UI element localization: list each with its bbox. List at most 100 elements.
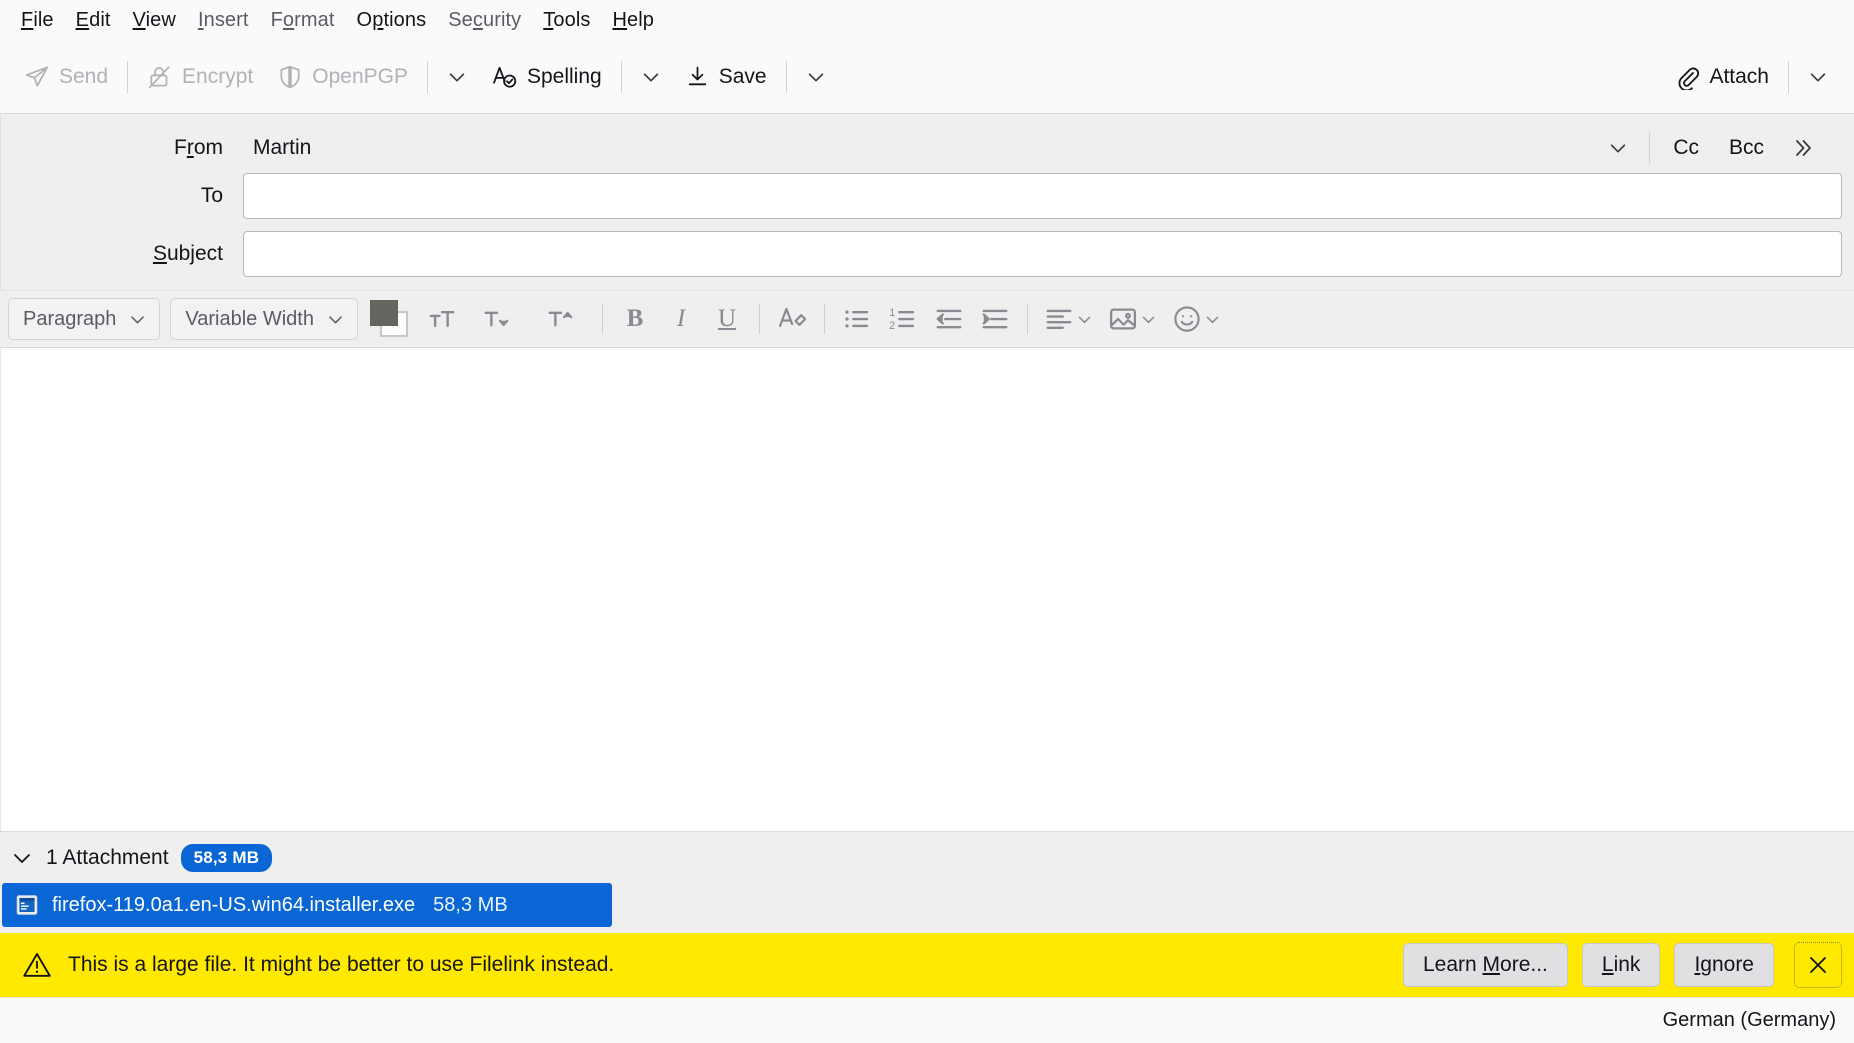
- chevron-down-icon: [1140, 311, 1157, 328]
- link-button[interactable]: Link: [1582, 943, 1661, 987]
- remove-text-styling-icon: [777, 304, 807, 334]
- save-dropdown-button[interactable]: [794, 52, 838, 102]
- attach-button[interactable]: Attach: [1662, 52, 1781, 102]
- increase-font-size-button[interactable]: [530, 297, 592, 341]
- font-size-button[interactable]: [420, 297, 464, 341]
- spellcheck-language-status[interactable]: German (Germany): [1663, 1009, 1836, 1032]
- subject-input[interactable]: [243, 231, 1842, 277]
- bold-icon: B: [627, 305, 644, 333]
- toolbar-separator-2: [427, 61, 428, 93]
- format-separator-4: [1027, 304, 1028, 334]
- subject-label: Subject: [1, 242, 243, 266]
- recipient-separator: [1649, 132, 1650, 164]
- to-input[interactable]: [243, 173, 1842, 219]
- chevron-down-icon: [326, 310, 345, 329]
- ignore-button[interactable]: Ignore: [1674, 943, 1774, 987]
- remove-text-styling-button[interactable]: [770, 297, 814, 341]
- attach-dropdown-button[interactable]: [1796, 52, 1840, 102]
- cc-button[interactable]: Cc: [1659, 129, 1713, 167]
- menu-tools[interactable]: Tools: [532, 5, 601, 36]
- recipient-controls: Cc Bcc: [1596, 128, 1842, 168]
- openpgp-dropdown-button[interactable]: [435, 52, 479, 102]
- paragraph-format-select[interactable]: Paragraph: [8, 298, 160, 340]
- ordered-list-icon: 1 2: [888, 304, 918, 334]
- chevron-down-icon: [128, 310, 147, 329]
- close-notification-button[interactable]: [1794, 942, 1842, 988]
- spelling-dropdown-button[interactable]: [629, 52, 673, 102]
- chevron-down-icon: [1807, 66, 1829, 88]
- unordered-list-button[interactable]: [835, 297, 879, 341]
- save-button[interactable]: Save: [673, 52, 779, 102]
- italic-icon: I: [677, 305, 685, 333]
- from-row: From Martin Cc Bcc: [1, 124, 1854, 172]
- indent-button[interactable]: [973, 297, 1017, 341]
- chevron-down-icon: [1607, 137, 1629, 159]
- send-label: Send: [59, 65, 108, 89]
- chevron-down-icon: [805, 66, 827, 88]
- decrease-font-size-button[interactable]: [466, 297, 528, 341]
- notification-message: This is a large file. It might be better…: [68, 953, 614, 977]
- menu-format[interactable]: Format: [260, 5, 346, 36]
- bcc-button[interactable]: Bcc: [1715, 129, 1778, 167]
- menu-edit[interactable]: Edit: [65, 5, 122, 36]
- chevron-down-icon: [640, 66, 662, 88]
- menu-file[interactable]: File: [10, 5, 65, 36]
- formatting-toolbar: Paragraph Variable Width: [0, 290, 1854, 348]
- attachment-name: firefox-119.0a1.en-US.win64.installer.ex…: [52, 894, 415, 917]
- attachment-bucket-header[interactable]: 1 Attachment 58,3 MB: [0, 831, 1854, 883]
- underline-icon: U: [718, 305, 736, 333]
- toolbar-separator-5: [1788, 61, 1789, 93]
- warning-triangle-icon: [22, 950, 52, 980]
- unordered-list-icon: [842, 304, 872, 334]
- from-identity-value[interactable]: Martin: [243, 132, 321, 164]
- send-button[interactable]: Send: [12, 52, 120, 102]
- font-family-label: Variable Width: [185, 308, 314, 331]
- emoji-button[interactable]: [1166, 297, 1228, 341]
- font-family-select[interactable]: Variable Width: [170, 298, 358, 340]
- align-button[interactable]: [1038, 297, 1100, 341]
- format-separator-2: [759, 304, 760, 334]
- italic-button[interactable]: I: [659, 297, 703, 341]
- file-exe-icon: [14, 892, 40, 918]
- outdent-button[interactable]: [927, 297, 971, 341]
- chevron-down-icon: [1076, 311, 1093, 328]
- save-label: Save: [719, 65, 767, 89]
- toolbar-separator-1: [127, 61, 128, 93]
- learn-more-button[interactable]: Learn More...: [1403, 943, 1568, 987]
- text-color-swatch[interactable]: [370, 300, 410, 338]
- ordered-list-button[interactable]: 1 2: [881, 297, 925, 341]
- menu-options[interactable]: Options: [346, 5, 438, 36]
- spelling-button[interactable]: Spelling: [479, 52, 614, 102]
- spellcheck-icon: [491, 63, 518, 90]
- menu-help[interactable]: Help: [601, 5, 665, 36]
- attachment-total-size-badge: 58,3 MB: [181, 844, 273, 872]
- message-body-editor[interactable]: [0, 348, 1854, 831]
- paper-plane-icon: [24, 64, 50, 90]
- paragraph-format-label: Paragraph: [23, 308, 116, 331]
- chevron-down-icon[interactable]: [10, 846, 34, 870]
- spelling-label: Spelling: [527, 65, 602, 89]
- main-toolbar: Send Encrypt OpenPGP: [0, 40, 1854, 114]
- menu-view[interactable]: View: [122, 5, 187, 36]
- smiley-icon: [1172, 304, 1202, 334]
- font-size-icon: [427, 304, 457, 334]
- attachment-item[interactable]: firefox-119.0a1.en-US.win64.installer.ex…: [2, 883, 612, 927]
- encrypt-button[interactable]: Encrypt: [135, 52, 265, 102]
- format-separator-3: [824, 304, 825, 334]
- underline-button[interactable]: U: [705, 297, 749, 341]
- menu-insert[interactable]: Insert: [187, 5, 260, 36]
- compose-headers: From Martin Cc Bcc: [0, 114, 1854, 290]
- openpgp-label: OpenPGP: [312, 65, 408, 89]
- menu-security[interactable]: Security: [437, 5, 532, 36]
- outdent-icon: [934, 304, 964, 334]
- insert-image-button[interactable]: [1102, 297, 1164, 341]
- subject-row: Subject: [1, 230, 1854, 278]
- svg-text:2: 2: [889, 320, 895, 332]
- openpgp-button[interactable]: OpenPGP: [265, 52, 420, 102]
- double-chevron-right-icon[interactable]: [1780, 128, 1824, 168]
- from-dropdown-button[interactable]: [1596, 128, 1640, 168]
- menu-bar: File Edit View Insert Format Options Sec…: [0, 0, 1854, 40]
- chevron-down-icon: [1204, 311, 1221, 328]
- svg-text:1: 1: [889, 307, 895, 319]
- bold-button[interactable]: B: [613, 297, 657, 341]
